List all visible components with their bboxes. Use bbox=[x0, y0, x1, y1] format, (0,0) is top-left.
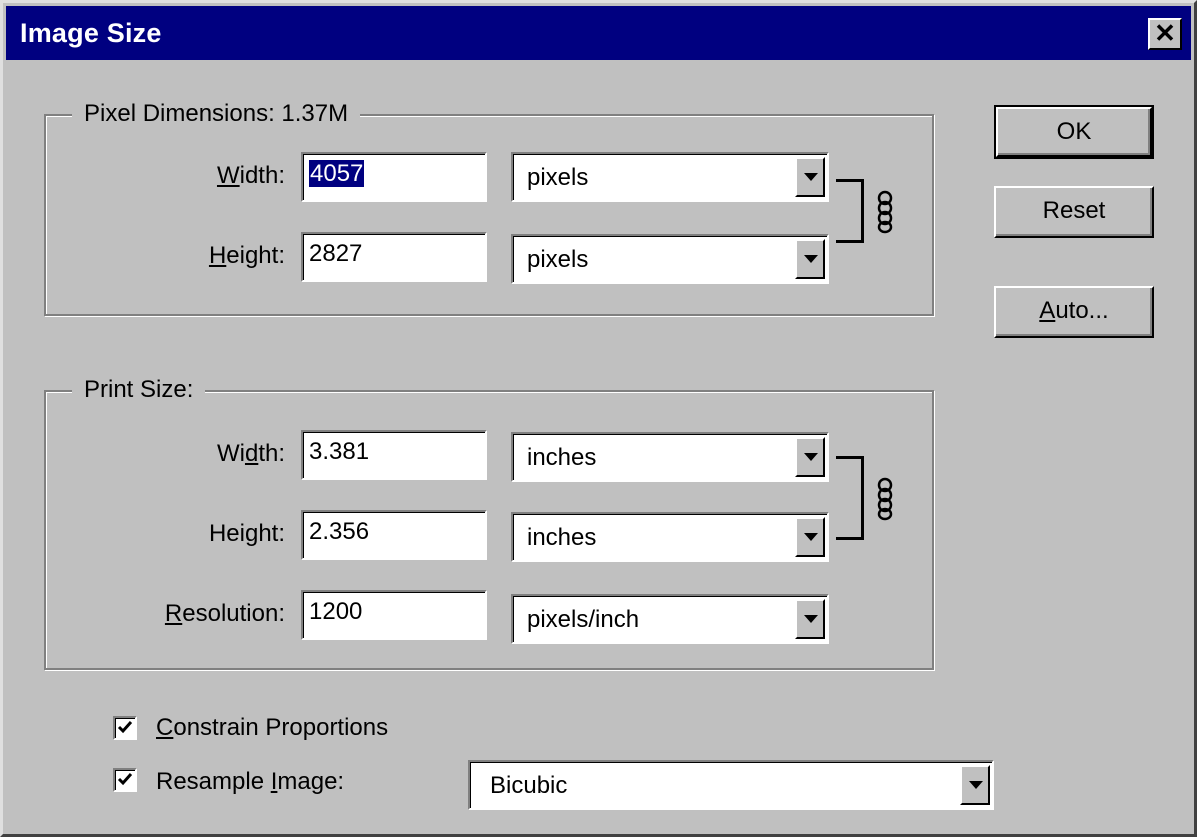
chain-link-icon bbox=[877, 190, 893, 234]
auto-button[interactable]: Auto... bbox=[994, 286, 1154, 338]
pixel-width-unit-select[interactable]: pixels bbox=[511, 152, 829, 202]
pixel-dimensions-group bbox=[44, 114, 934, 316]
reset-button-label: Reset bbox=[1042, 197, 1106, 224]
reset-button[interactable]: Reset bbox=[994, 186, 1154, 238]
pixel-width-input[interactable]: 4057 bbox=[301, 152, 487, 202]
print-size-title: Print Size: bbox=[72, 376, 206, 404]
chevron-down-icon[interactable] bbox=[795, 599, 825, 639]
print-height-input[interactable]: 2.356 bbox=[301, 510, 487, 560]
pixel-width-label: Width: bbox=[216, 162, 285, 189]
chevron-down-icon[interactable] bbox=[960, 765, 990, 805]
print-width-value: 3.381 bbox=[309, 438, 370, 465]
print-height-value: 2.356 bbox=[309, 518, 370, 545]
print-constrain-bracket bbox=[836, 456, 864, 540]
checkmark-icon bbox=[117, 721, 133, 734]
print-width-label: Width: bbox=[216, 440, 285, 467]
print-width-unit-value: inches bbox=[527, 444, 597, 471]
resample-method-value: Bicubic bbox=[490, 772, 568, 799]
chevron-down-icon[interactable] bbox=[795, 239, 825, 279]
resolution-unit-select[interactable]: pixels/inch bbox=[511, 594, 829, 644]
pixel-dimensions-title: Pixel Dimensions: 1.37M bbox=[72, 100, 361, 128]
resolution-input[interactable]: 1200 bbox=[301, 590, 487, 640]
pixel-width-unit-value: pixels bbox=[527, 164, 589, 191]
pixel-constrain-bracket bbox=[836, 179, 864, 243]
checkmark-icon bbox=[117, 773, 133, 786]
pixel-height-unit-value: pixels bbox=[527, 246, 589, 273]
resolution-unit-value: pixels/inch bbox=[527, 606, 640, 633]
chevron-down-icon[interactable] bbox=[795, 517, 825, 557]
resample-method-select[interactable]: Bicubic bbox=[468, 760, 994, 810]
ok-button-label: OK bbox=[1056, 118, 1092, 145]
resample-image-label[interactable]: Resample Image: bbox=[156, 768, 344, 796]
window-title: Image Size bbox=[20, 18, 162, 48]
resample-image-checkbox[interactable] bbox=[113, 768, 137, 792]
print-height-label: Height: bbox=[208, 520, 285, 547]
pixel-height-label: Height: bbox=[208, 242, 285, 269]
pixel-height-input[interactable]: 2827 bbox=[301, 232, 487, 282]
constrain-proportions-label[interactable]: Constrain Proportions bbox=[156, 714, 388, 742]
title-bar: Image Size bbox=[6, 6, 1191, 60]
resolution-value: 1200 bbox=[309, 598, 363, 625]
ok-button[interactable]: OK bbox=[994, 105, 1154, 159]
chevron-down-icon[interactable] bbox=[795, 157, 825, 197]
chain-link-icon bbox=[877, 477, 893, 521]
auto-button-label: Auto... bbox=[1039, 297, 1109, 324]
print-height-unit-select[interactable]: inches bbox=[511, 512, 829, 562]
resolution-label: Resolution: bbox=[164, 600, 285, 627]
close-button[interactable]: ✕ bbox=[1148, 18, 1182, 50]
print-height-unit-value: inches bbox=[527, 524, 597, 551]
print-width-input[interactable]: 3.381 bbox=[301, 430, 487, 480]
pixel-height-value: 2827 bbox=[309, 240, 363, 267]
chevron-down-icon[interactable] bbox=[795, 437, 825, 477]
close-icon: ✕ bbox=[1154, 18, 1176, 48]
constrain-proportions-checkbox[interactable] bbox=[113, 716, 137, 740]
pixel-height-unit-select[interactable]: pixels bbox=[511, 234, 829, 284]
print-width-unit-select[interactable]: inches bbox=[511, 432, 829, 482]
pixel-width-value: 4057 bbox=[309, 160, 365, 187]
